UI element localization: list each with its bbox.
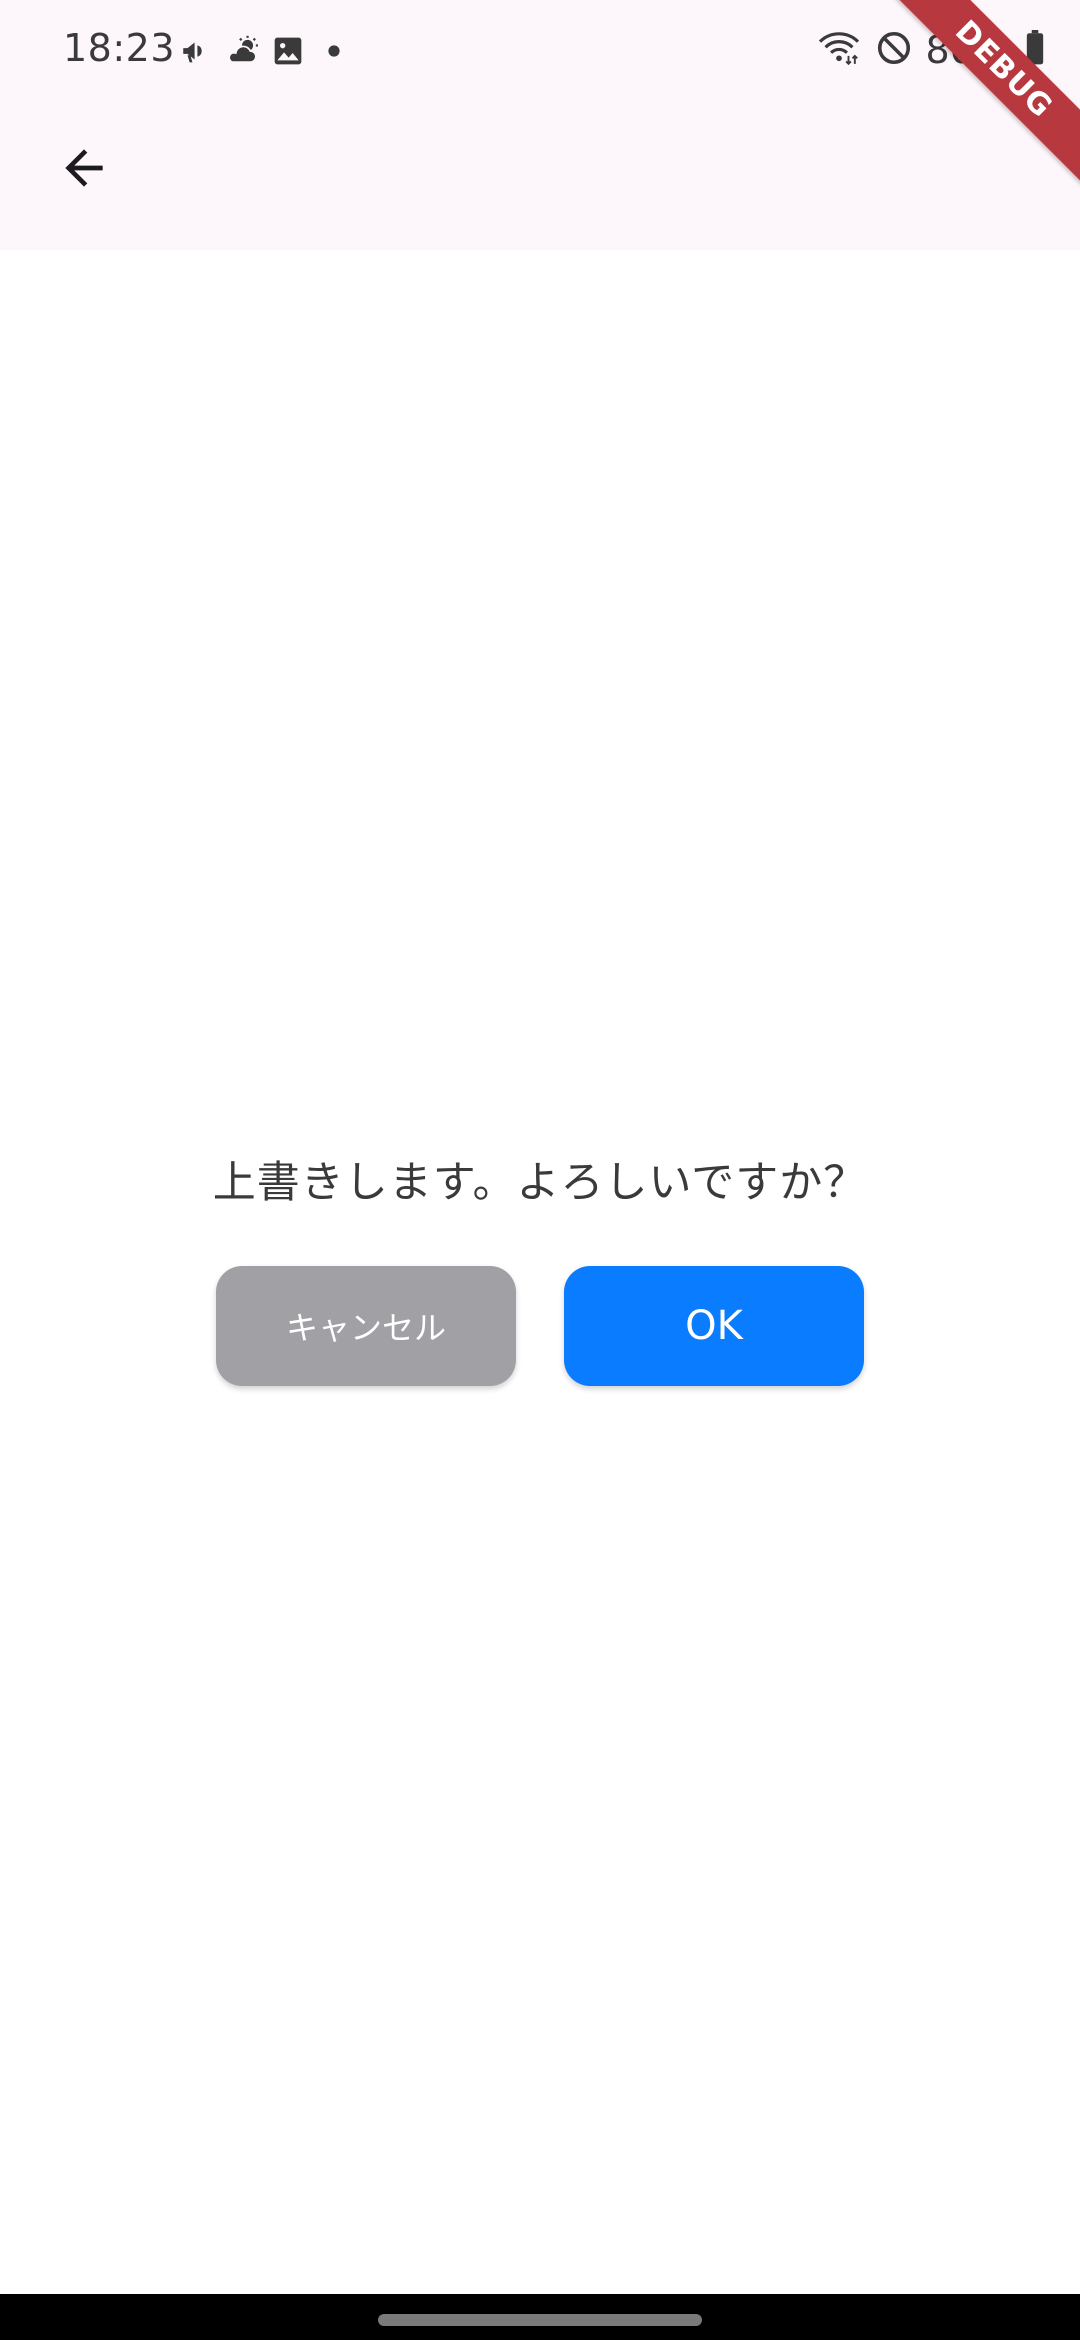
app-bar [0,104,1080,250]
dot-icon [316,33,352,69]
back-button[interactable] [44,128,124,208]
navigation-bar [0,2294,1080,2340]
status-left-icons [178,33,352,69]
top-area: 18:23 80% [0,0,1080,250]
do-not-disturb-icon [876,30,912,70]
megaphone-icon [178,33,214,69]
status-right: 80% [816,28,1046,72]
screen: 18:23 80% DEBUG 上書きします。よろしいですか？ キャンセル OK [0,0,1080,2340]
arrow-left-icon [65,149,103,187]
battery-percent: 80% [925,28,1010,72]
status-time: 18:23 [63,26,176,70]
wifi-icon [816,29,862,71]
ok-button[interactable]: OK [564,1266,864,1386]
status-bar: 18:23 80% [0,0,1080,104]
battery-icon [1024,30,1046,70]
partly-cloudy-icon [224,33,260,69]
home-gesture-handle[interactable] [378,2314,702,2326]
confirm-message: 上書きします。よろしいですか？ [212,1158,868,1208]
cancel-button-label: キャンセル [285,1309,446,1347]
image-icon [270,33,306,69]
cancel-button[interactable]: キャンセル [216,1266,516,1386]
ok-button-label: OK [685,1303,743,1349]
